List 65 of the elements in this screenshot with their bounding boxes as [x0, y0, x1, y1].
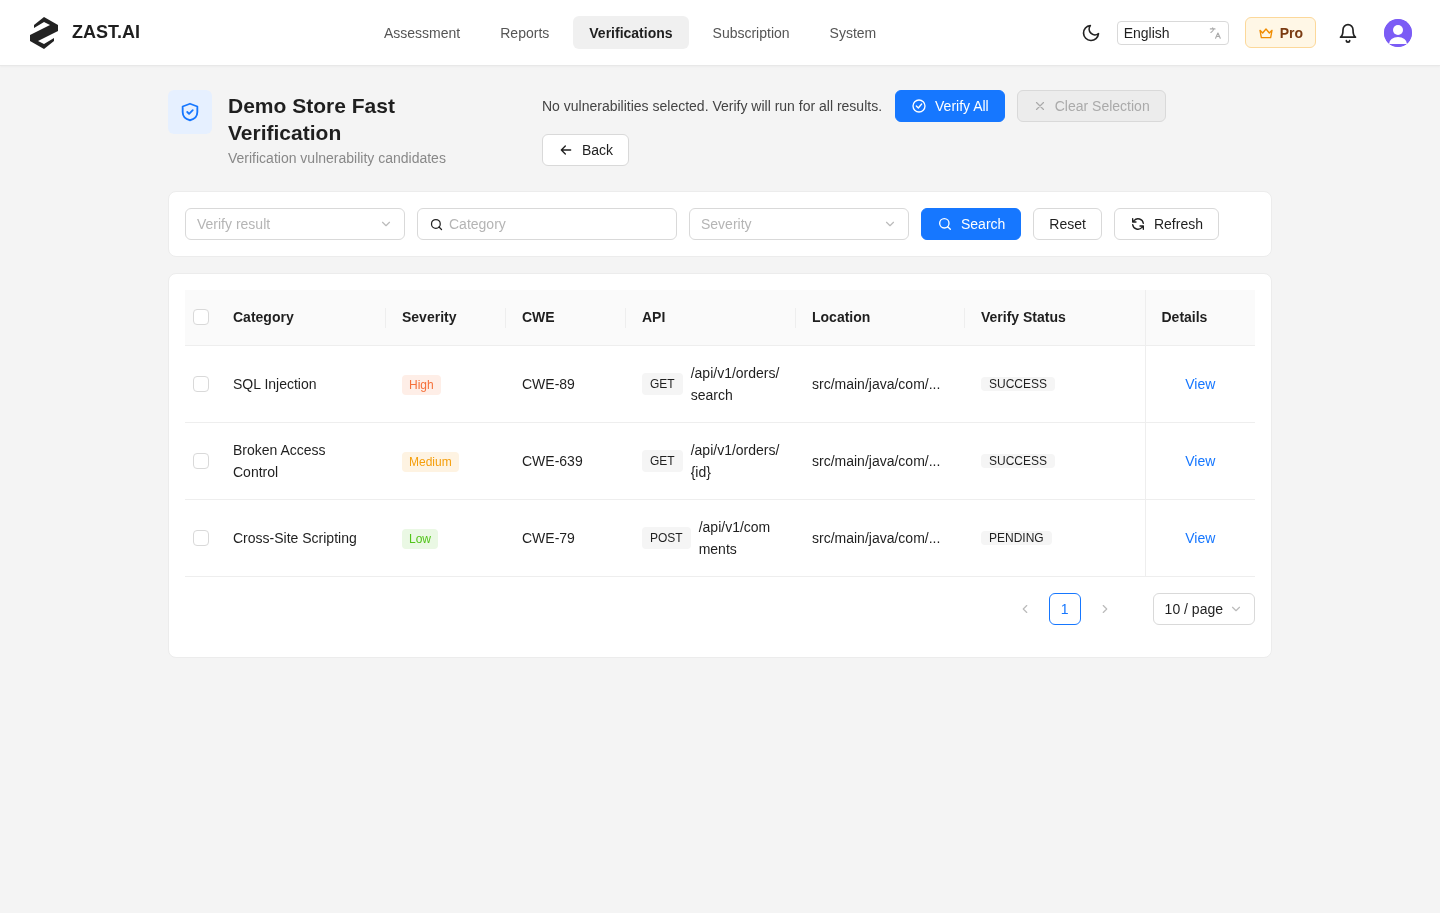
- checkbox[interactable]: [193, 309, 209, 326]
- nav-tab[interactable]: Subscription: [696, 16, 806, 49]
- page-size-select[interactable]: 10 / page: [1152, 592, 1255, 625]
- view-link[interactable]: View: [1185, 452, 1216, 469]
- http-method-tag: POST: [642, 526, 691, 549]
- refresh-icon: [1129, 216, 1146, 232]
- logo-icon: [28, 15, 60, 50]
- cwe-text: CWE-79: [522, 529, 575, 546]
- view-link[interactable]: View: [1185, 375, 1216, 392]
- checkbox[interactable]: [193, 529, 209, 546]
- column-header: CWE: [506, 290, 626, 345]
- cwe-text: CWE-639: [522, 452, 583, 469]
- status-tag: SUCCESS: [981, 454, 1055, 468]
- translate-icon: [1207, 25, 1222, 40]
- category-text: Cross-Site Scripting: [233, 529, 357, 546]
- logo-text: ZAST.AI: [72, 22, 140, 43]
- view-link[interactable]: View: [1185, 529, 1216, 546]
- avatar-icon[interactable]: [1384, 18, 1412, 47]
- api-path-text: /api/v1/orders/{id}: [690, 440, 780, 482]
- severity-tag: High: [402, 374, 441, 395]
- reset-button[interactable]: Reset: [1033, 208, 1102, 240]
- language-select[interactable]: English: [1116, 20, 1229, 45]
- verify-all-button[interactable]: Verify All: [895, 90, 1005, 122]
- nav-tab[interactable]: Verifications: [573, 16, 689, 49]
- api-path-text: /api/v1/comments: [698, 517, 772, 559]
- severity-tag: Medium: [402, 451, 459, 472]
- column-header: Details: [1145, 290, 1255, 345]
- category-search-field[interactable]: Category: [417, 208, 677, 240]
- cwe-text: CWE-89: [522, 375, 575, 392]
- location-text: src/main/java/com/...: [812, 529, 941, 546]
- api-path-text: /api/v1/orders/search: [690, 363, 780, 405]
- shield-check-icon: [179, 101, 201, 123]
- status-tag: SUCCESS: [981, 377, 1055, 391]
- category-text: Broken Access Control: [233, 441, 326, 480]
- http-method-tag: GET: [642, 449, 683, 472]
- checkbox[interactable]: [193, 375, 209, 392]
- back-button[interactable]: Back: [542, 134, 630, 166]
- category-text: SQL Injection: [233, 375, 317, 392]
- column-header: Severity: [386, 290, 506, 345]
- nav-tab[interactable]: System: [813, 16, 893, 49]
- status-tag: PENDING: [981, 531, 1052, 545]
- page-title: Demo Store Fast Verification: [228, 93, 396, 146]
- selection-note: No vulnerabilities selected. Verify will run for all results.: [542, 98, 883, 114]
- check-circle-icon: [911, 98, 928, 114]
- http-method-tag: GET: [642, 372, 683, 395]
- column-header: API: [626, 290, 796, 345]
- nav-tab[interactable]: Assessment: [368, 16, 477, 49]
- pro-button[interactable]: Pro: [1244, 17, 1316, 48]
- search-button[interactable]: Search: [921, 208, 1022, 240]
- refresh-button[interactable]: Refresh: [1113, 208, 1219, 240]
- dark-mode-button[interactable]: [1080, 22, 1101, 43]
- checkbox[interactable]: [193, 452, 209, 469]
- search-icon: [937, 216, 953, 232]
- location-text: src/main/java/com/...: [812, 375, 941, 392]
- moon-icon: [1080, 22, 1101, 43]
- arrow-left-icon: [558, 142, 574, 158]
- column-header: Verify Status: [965, 290, 1125, 345]
- column-header: Location: [796, 290, 965, 345]
- severity-tag: Low: [402, 528, 438, 549]
- column-header: Category: [217, 290, 386, 345]
- nav-tab[interactable]: Reports: [484, 16, 566, 49]
- bell-icon: [1338, 22, 1358, 43]
- page-subtitle: Verification vulnerability candidates: [228, 150, 447, 166]
- location-text: src/main/java/com/...: [812, 452, 941, 469]
- page-button[interactable]: 1: [1048, 592, 1081, 625]
